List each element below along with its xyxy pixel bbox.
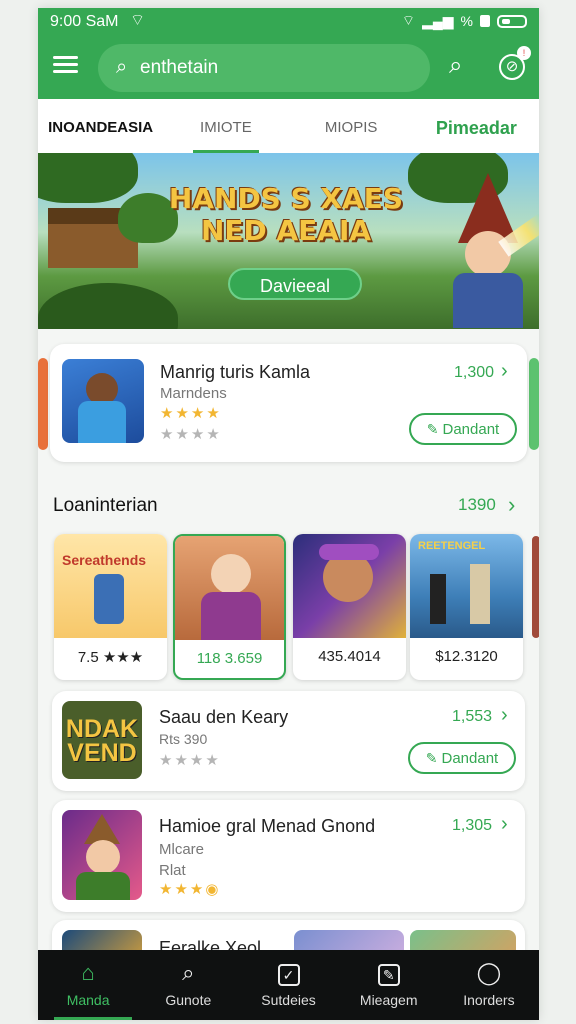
- nav-item-sutdeies[interactable]: ✓ Sutdeies: [238, 950, 338, 1020]
- game-art-title: REETENGEL: [418, 540, 486, 552]
- download-count: 1,553: [452, 708, 493, 725]
- rating-stars: ★★★★: [160, 405, 222, 422]
- sim-icon: [480, 15, 490, 27]
- menu-icon[interactable]: [53, 56, 78, 74]
- nav-item-inorders[interactable]: ◯ Inorders: [439, 950, 539, 1020]
- download-count: 1,300: [454, 364, 495, 381]
- game-card[interactable]: Sereathends 7.5 ★★★: [54, 534, 167, 680]
- promo-banner[interactable]: HANDS S XAES NED AEAIA Davieeal: [38, 153, 539, 329]
- banner-title: HANDS S XAES NED AEAIA: [168, 182, 404, 247]
- tab-inoandeasia[interactable]: INOANDEASIA: [38, 99, 163, 153]
- phone-screen: 9:00 SaM ⌔ ⌔ ▂▄▆ % ⌕ enthetain ⌕ ⊘! INOA…: [38, 8, 539, 1020]
- nav-label: Mieagem: [359, 992, 418, 1008]
- nav-active-indicator: [54, 1017, 133, 1020]
- app-list-item[interactable]: Hamioe gral Menad Gnond Mlcare Rlat ★★★◉…: [52, 800, 525, 912]
- search-icon[interactable]: ⌕: [449, 52, 462, 80]
- game-art-title: Sereathends: [62, 552, 147, 568]
- game-card[interactable]: REETENGEL $12.3120: [410, 534, 523, 680]
- carousel-edge-right: [532, 536, 539, 638]
- featured-app-card[interactable]: Manrig turis Kamla Marndens ★★★★ ★★★★ 1,…: [50, 344, 527, 462]
- game-price: $12.3120: [435, 648, 498, 665]
- notification-icon[interactable]: ⊘!: [499, 46, 531, 80]
- game-art: [293, 534, 406, 638]
- search-icon: ⌕: [182, 960, 195, 985]
- download-count: 1,305: [452, 817, 493, 834]
- download-button[interactable]: ✎ Dandant: [409, 413, 517, 445]
- pencil-icon: ✎: [425, 750, 438, 766]
- nav-label: Manda: [66, 992, 110, 1008]
- app-subtitle: Rts 390: [159, 731, 208, 747]
- game-price: 7.5 ★★★: [77, 649, 144, 666]
- section-title: Loaninterian: [53, 495, 158, 516]
- bush-illustration: [38, 283, 178, 329]
- nav-label: Gunote: [165, 992, 212, 1008]
- chevron-right-icon[interactable]: ›: [501, 813, 508, 836]
- chevron-right-icon[interactable]: ›: [508, 492, 515, 518]
- game-art: REETENGEL: [410, 534, 523, 638]
- app-subtitle: Marndens: [160, 385, 227, 402]
- tab-pimeadar[interactable]: Pimeadar: [414, 99, 539, 153]
- bottom-navigation: ⌂ Manda ⌕ Gunote ✓ Sutdeies ✎ Mieagem ◯ …: [38, 950, 539, 1020]
- app-title: Hamioe gral Menad Gnond: [159, 816, 376, 836]
- category-tabs: INOANDEASIA IMIOTE MIOPIS Pimeadar: [38, 99, 539, 153]
- app-subtitle: Mlcare: [159, 841, 205, 858]
- tree-illustration: [38, 153, 138, 203]
- home-icon: ⌂: [81, 960, 95, 985]
- signal-icon: ▂▄▆: [422, 12, 454, 29]
- battery-percent: %: [460, 13, 473, 29]
- user-icon: ◯: [476, 960, 502, 985]
- tab-label: IMIOTE: [200, 119, 252, 136]
- tab-miopis[interactable]: MIOPIS: [289, 99, 414, 153]
- search-query: enthetain: [140, 57, 219, 78]
- app-title: Manrig turis Kamla: [160, 362, 311, 382]
- app-list-item[interactable]: NDAK VEND Saau den Keary Rts 390 ★★★★ 1,…: [52, 691, 525, 791]
- app-title: Saau den Keary: [159, 707, 289, 727]
- chevron-right-icon[interactable]: ›: [501, 360, 508, 383]
- banner-button[interactable]: Davieeal: [228, 268, 362, 300]
- edit-icon: ✎: [339, 960, 439, 986]
- carousel-edge-left: [38, 358, 48, 450]
- search-input[interactable]: ⌕ enthetain: [98, 44, 430, 92]
- battery-icon: [497, 14, 527, 28]
- nav-item-mieagem[interactable]: ✎ Mieagem: [339, 950, 439, 1020]
- nav-item-gunote[interactable]: ⌕ Gunote: [138, 950, 238, 1020]
- game-card[interactable]: 435.4014: [293, 534, 406, 680]
- nav-item-manda[interactable]: ⌂ Manda: [38, 950, 138, 1020]
- wifi-icon: ⌔: [401, 12, 416, 28]
- game-art: Sereathends: [54, 534, 167, 638]
- nav-label: Sutdeies: [261, 992, 316, 1008]
- section-count: 1390: [458, 495, 496, 514]
- app-subtitle-secondary: Rlat: [159, 862, 186, 879]
- app-thumbnail: [62, 359, 144, 443]
- tab-imiote[interactable]: IMIOTE: [163, 99, 288, 153]
- game-art: [175, 536, 284, 640]
- search-icon: ⌕: [116, 56, 128, 78]
- checkbox-icon: ✓: [238, 960, 338, 986]
- wifi-icon: ⌔: [130, 12, 146, 29]
- notification-badge: !: [517, 46, 531, 60]
- chevron-right-icon[interactable]: ›: [501, 704, 508, 727]
- status-bar: 9:00 SaM ⌔ ⌔ ▂▄▆ %: [38, 8, 539, 36]
- download-label: Dandant: [442, 421, 500, 438]
- app-header: 9:00 SaM ⌔ ⌔ ▂▄▆ % ⌕ enthetain ⌕ ⊘!: [38, 8, 539, 99]
- status-time: 9:00 SaM: [50, 13, 119, 30]
- app-thumbnail: NDAK VEND: [62, 701, 142, 779]
- nav-label: Inorders: [463, 992, 515, 1008]
- download-button[interactable]: ✎ Dandant: [408, 742, 516, 774]
- app-thumbnail: [62, 810, 142, 900]
- game-price: 118 3.659: [196, 650, 263, 667]
- game-price: 435.4014: [318, 648, 381, 665]
- rating-stars-empty: ★★★★: [159, 752, 221, 769]
- carousel-edge-right: [529, 358, 539, 450]
- download-label: Dandant: [441, 750, 499, 767]
- pencil-icon: ✎: [426, 421, 439, 437]
- rating-stars-empty: ★★★★: [160, 426, 222, 443]
- rating-stars: ★★★◉: [159, 881, 221, 898]
- thumb-text: NDAK VEND: [65, 715, 139, 767]
- game-card[interactable]: 118 3.659: [173, 534, 286, 680]
